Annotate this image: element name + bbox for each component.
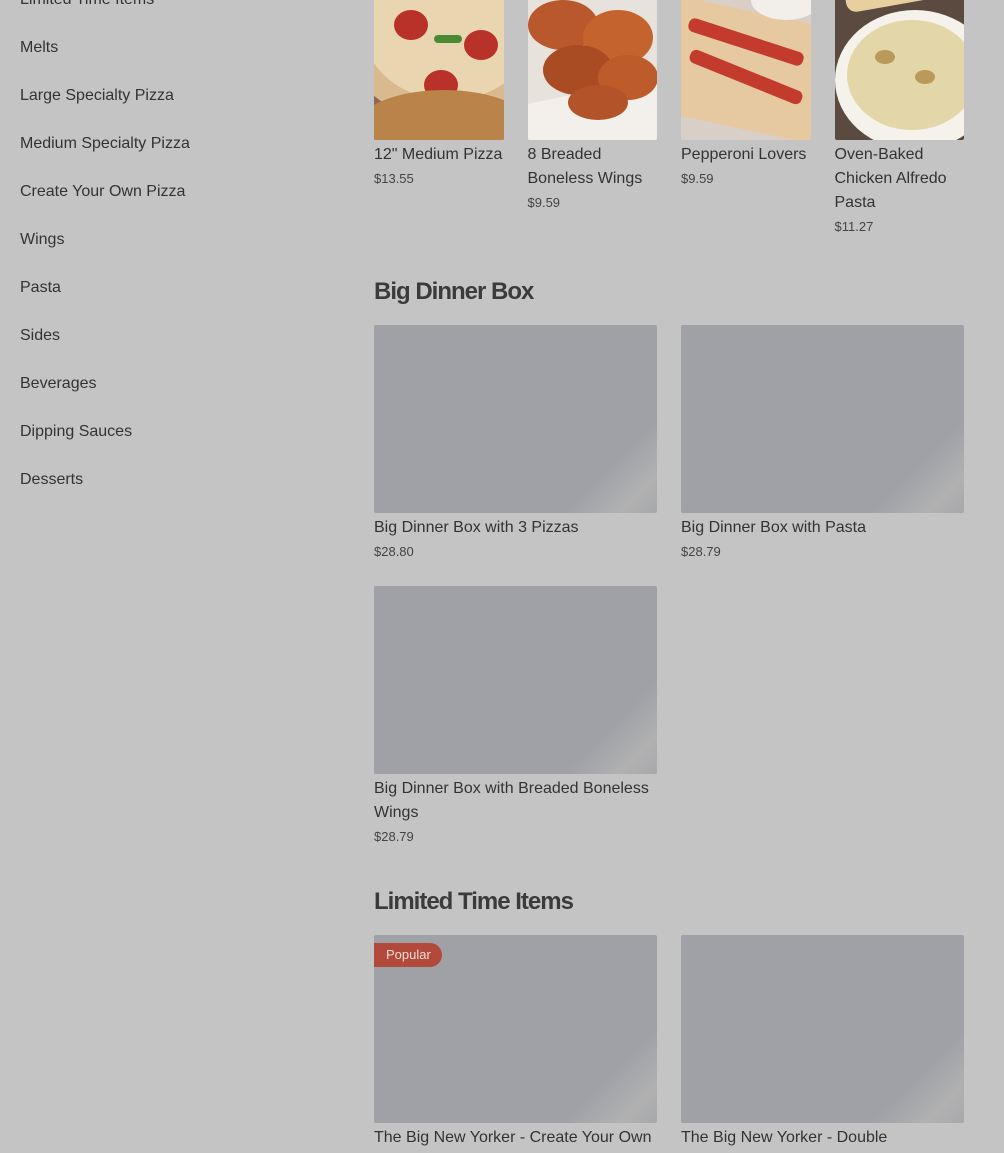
sidebar-item-limited-time-items[interactable]: Limited Time Items [20,0,320,36]
menu-card[interactable]: Big Dinner Box with 3 Pizzas $28.80 [374,325,657,563]
sidebar-item-pasta[interactable]: Pasta [20,276,320,324]
item-name: Big Dinner Box with Breaded Boneless Win… [374,780,649,821]
item-name: 8 Breaded Boneless Wings [527,146,643,187]
menu-card[interactable]: Oven-Baked Chicken Alfredo Pasta $11.27 [834,0,964,238]
item-price: $28.80 [374,544,414,559]
menu-page: Limited Time Items Melts Large Specialty… [0,0,1004,1153]
sidebar-item-large-specialty-pizza[interactable]: Large Specialty Pizza [20,84,320,132]
menu-card[interactable]: 12" Medium Pizza $13.55 [374,0,504,238]
item-price: $9.59 [681,171,714,186]
pizza-image [374,0,504,140]
sidebar-item-medium-specialty-pizza[interactable]: Medium Specialty Pizza [20,132,320,180]
sidebar-item-desserts[interactable]: Desserts [20,468,320,516]
popular-badge: Popular [374,943,442,967]
section-title-limited-time-items: Limited Time Items [374,888,574,915]
menu-card[interactable]: Big Dinner Box with Breaded Boneless Win… [374,586,657,848]
item-name: Oven-Baked Chicken Alfredo Pasta [834,146,947,211]
sidebar-item-melts[interactable]: Melts [20,36,320,84]
category-sidebar: Limited Time Items Melts Large Specialty… [20,0,320,516]
sidebar-item-create-your-own-pizza[interactable]: Create Your Own Pizza [20,180,320,228]
item-name: The Big New Yorker - Create Your Own [374,1129,652,1146]
sidebar-item-dipping-sauces[interactable]: Dipping Sauces [20,420,320,468]
item-name: The Big New Yorker - Double [681,1129,888,1146]
item-image-placeholder: Popular [374,935,657,1123]
item-image-placeholder [681,325,964,513]
melt-image [681,0,811,140]
item-price: $28.79 [374,829,414,844]
item-name: 12" Medium Pizza [374,146,503,163]
pasta-image [834,0,964,140]
menu-card[interactable]: 8 Breaded Boneless Wings $9.59 [527,0,657,238]
item-image-placeholder [374,586,657,774]
menu-card[interactable]: Pepperoni Lovers $9.59 [681,0,811,238]
item-name: Big Dinner Box with 3 Pizzas [374,519,579,536]
sidebar-item-wings[interactable]: Wings [20,228,320,276]
menu-card[interactable]: Big Dinner Box with Pasta $28.79 [681,325,964,563]
menu-card[interactable]: Popular The Big New Yorker - Create Your… [374,935,657,1150]
item-name: Big Dinner Box with Pasta [681,519,866,536]
item-name: Pepperoni Lovers [681,146,807,163]
section-title-big-dinner-box: Big Dinner Box [374,278,534,305]
item-price: $28.79 [681,544,721,559]
sidebar-item-beverages[interactable]: Beverages [20,372,320,420]
wings-image [527,0,657,140]
menu-card[interactable]: The Big New Yorker - Double [681,935,964,1150]
item-image-placeholder [681,935,964,1123]
item-price: $11.27 [834,219,874,234]
sidebar-item-sides[interactable]: Sides [20,324,320,372]
item-price: $9.59 [527,195,561,210]
item-price: $13.55 [374,171,414,186]
item-image-placeholder [374,325,657,513]
